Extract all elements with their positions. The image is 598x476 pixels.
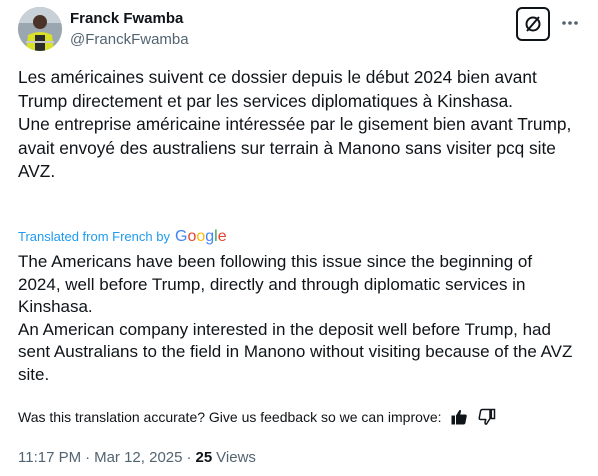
feedback-prompt: Was this translation accurate? Give us f…: [18, 409, 442, 425]
author-display-name[interactable]: Franck Fwamba: [70, 9, 189, 29]
thumbs-down-button[interactable]: [476, 406, 498, 428]
translation-attribution: Translated from French by Google: [18, 226, 231, 246]
thumbs-up-icon: [451, 409, 467, 425]
more-dots-icon: [562, 21, 578, 25]
translated-paragraph: The Americans have been following this i…: [18, 252, 533, 317]
thumbs-up-button[interactable]: [448, 406, 470, 428]
author-names: Franck Fwamba @FranckFwamba: [70, 9, 189, 50]
grok-button[interactable]: [516, 7, 550, 41]
avatar[interactable]: [18, 7, 62, 51]
translation-feedback: Was this translation accurate? Give us f…: [18, 406, 498, 428]
google-logo: Google: [175, 226, 231, 246]
tweet-translated-text: The Americans have been following this i…: [18, 251, 578, 387]
tweet-original-text: Les américaines suivent ce dossier depui…: [18, 66, 578, 184]
views-label: Views: [216, 448, 256, 466]
tweet-date[interactable]: Mar 12, 2025: [94, 449, 182, 466]
google-logo-image: Google: [175, 228, 227, 245]
grok-icon: [525, 16, 541, 32]
thumbs-down-icon: [478, 408, 495, 425]
svg-text:Google: Google: [175, 228, 227, 245]
avatar-image: [18, 7, 62, 51]
meta-separator: ·: [85, 448, 91, 466]
original-paragraph: Les américaines suivent ce dossier depui…: [18, 67, 537, 111]
tweet-meta: 11:17 PM · Mar 12, 2025 · 25 Views: [18, 446, 256, 468]
tweet-time[interactable]: 11:17 PM: [18, 449, 81, 466]
translated-from-label[interactable]: Translated from French by: [18, 229, 170, 244]
original-paragraph: Une entreprise américaine intéressée par…: [18, 114, 572, 181]
translated-paragraph: An American company interested in the de…: [18, 319, 573, 384]
meta-separator: ·: [186, 448, 192, 466]
tweet-header: Franck Fwamba @FranckFwamba: [18, 7, 580, 55]
views-count: 25: [195, 448, 213, 466]
more-button[interactable]: [558, 11, 582, 35]
author-handle[interactable]: @FranckFwamba: [70, 30, 189, 50]
